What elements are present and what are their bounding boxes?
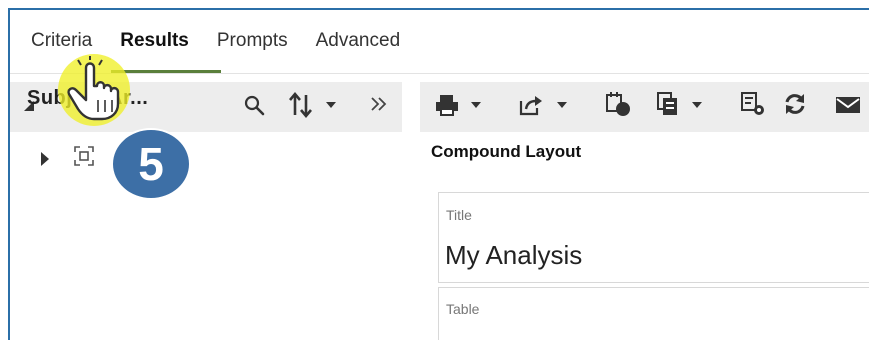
title-view-label: Title [446, 207, 472, 223]
app-frame: Criteria Results Prompts Advanced Subjec… [0, 0, 869, 340]
expand-panel-icon[interactable] [368, 92, 390, 116]
search-icon[interactable] [242, 92, 268, 120]
tab-prompts[interactable]: Prompts [217, 24, 288, 72]
table-view[interactable] [438, 287, 869, 340]
copy-icon[interactable] [654, 88, 684, 120]
sort-icon[interactable] [286, 90, 316, 120]
compound-layout-title: Compound Layout [431, 142, 582, 161]
export-dropdown-icon[interactable] [557, 102, 567, 108]
copy-dropdown-icon[interactable] [692, 102, 702, 108]
refresh-icon[interactable] [780, 88, 810, 120]
panel-splitter[interactable] [402, 74, 420, 340]
tab-results[interactable]: Results [120, 24, 189, 72]
expand-node-icon[interactable] [41, 152, 49, 166]
pointing-hand-icon [64, 56, 124, 122]
print-dropdown-icon[interactable] [471, 102, 481, 108]
table-view-label: Table [446, 301, 480, 317]
step-number-badge: 5 [111, 128, 191, 200]
properties-icon[interactable] [738, 88, 768, 120]
schedule-icon[interactable] [603, 88, 633, 120]
title-view-value: My Analysis [445, 240, 583, 270]
tab-advanced[interactable]: Advanced [316, 24, 401, 72]
subject-area-icon [72, 144, 96, 168]
print-icon[interactable] [432, 90, 462, 120]
sort-dropdown-icon[interactable] [326, 102, 336, 108]
export-icon[interactable] [516, 90, 546, 120]
email-icon[interactable] [832, 90, 864, 120]
frame-top-border [8, 8, 869, 10]
